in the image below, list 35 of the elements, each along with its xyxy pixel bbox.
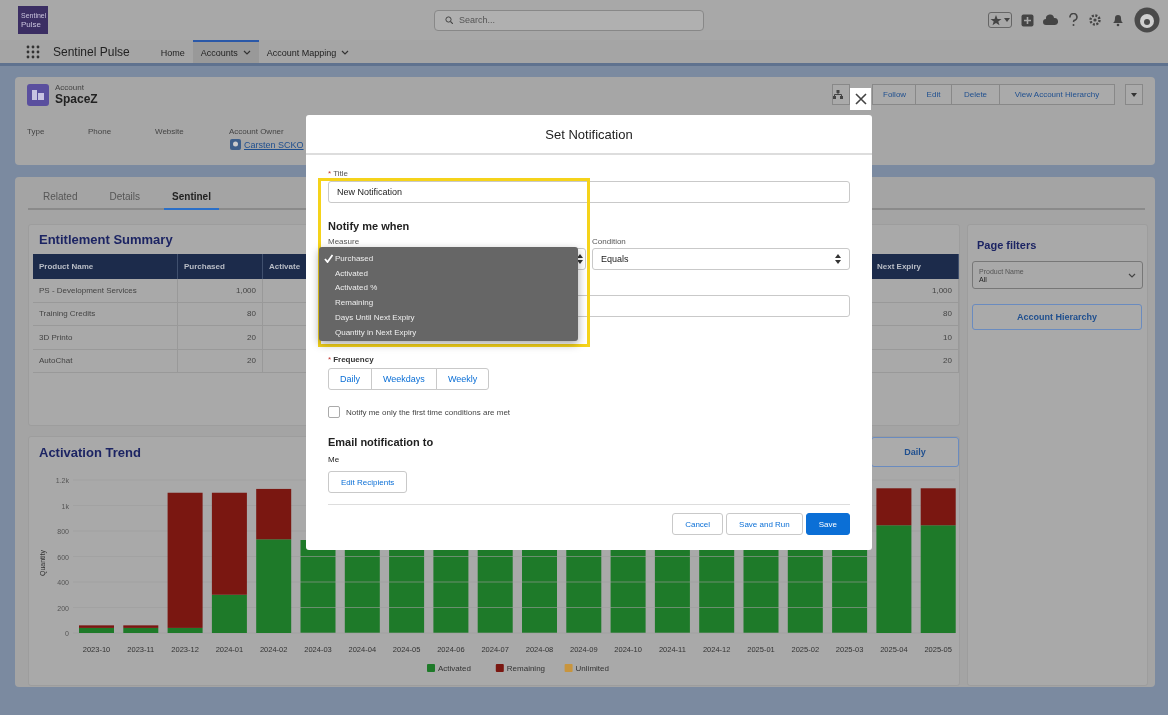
column-header: Product Name — [33, 254, 178, 279]
column-header: Purchased — [178, 254, 263, 279]
legend-label: Remaining — [506, 664, 546, 673]
table-cell: AutoChat — [33, 349, 178, 373]
record-name: SpaceZ — [55, 92, 98, 106]
section-heading: Notify me when — [328, 220, 411, 232]
field-label: Condition — [592, 237, 627, 246]
app-name: Sentinel Pulse — [53, 44, 130, 59]
legend-label: Activated — [438, 664, 471, 673]
column-header: Next Expiry — [871, 254, 959, 279]
table-cell: 1,000 — [178, 279, 263, 303]
table-cell: Training Credits — [33, 302, 178, 326]
dialog-title: Set Notification — [306, 115, 872, 155]
field-label: Frequency — [333, 355, 374, 364]
field-label: Phone — [88, 127, 113, 136]
field-label: Website — [155, 127, 185, 136]
record-type: Account — [55, 83, 85, 92]
field-label: Type — [27, 127, 46, 136]
required-mark: * — [328, 169, 332, 178]
table-cell: 3D Printo — [33, 326, 178, 350]
checkbox-label: Notify me only the first time conditions are met — [346, 407, 511, 417]
legend-label: Unlimited — [575, 664, 609, 673]
panel-title: Page filters — [976, 238, 1038, 253]
table-cell: PS - Development Services — [33, 279, 178, 303]
card-title: Activation Trend — [38, 444, 142, 462]
required-mark: * — [328, 355, 332, 364]
field-label: Title — [333, 169, 348, 178]
table-cell: 80 — [178, 302, 263, 326]
card-title: Entitlement Summary — [38, 231, 174, 249]
recipient-text: Me — [328, 455, 341, 464]
table-cell: 20 — [178, 326, 263, 350]
section-heading: Email notification to — [328, 436, 435, 448]
table-cell: 20 — [178, 349, 263, 373]
field-label: Measure — [328, 237, 361, 246]
field-label: Account Owner — [229, 127, 285, 136]
